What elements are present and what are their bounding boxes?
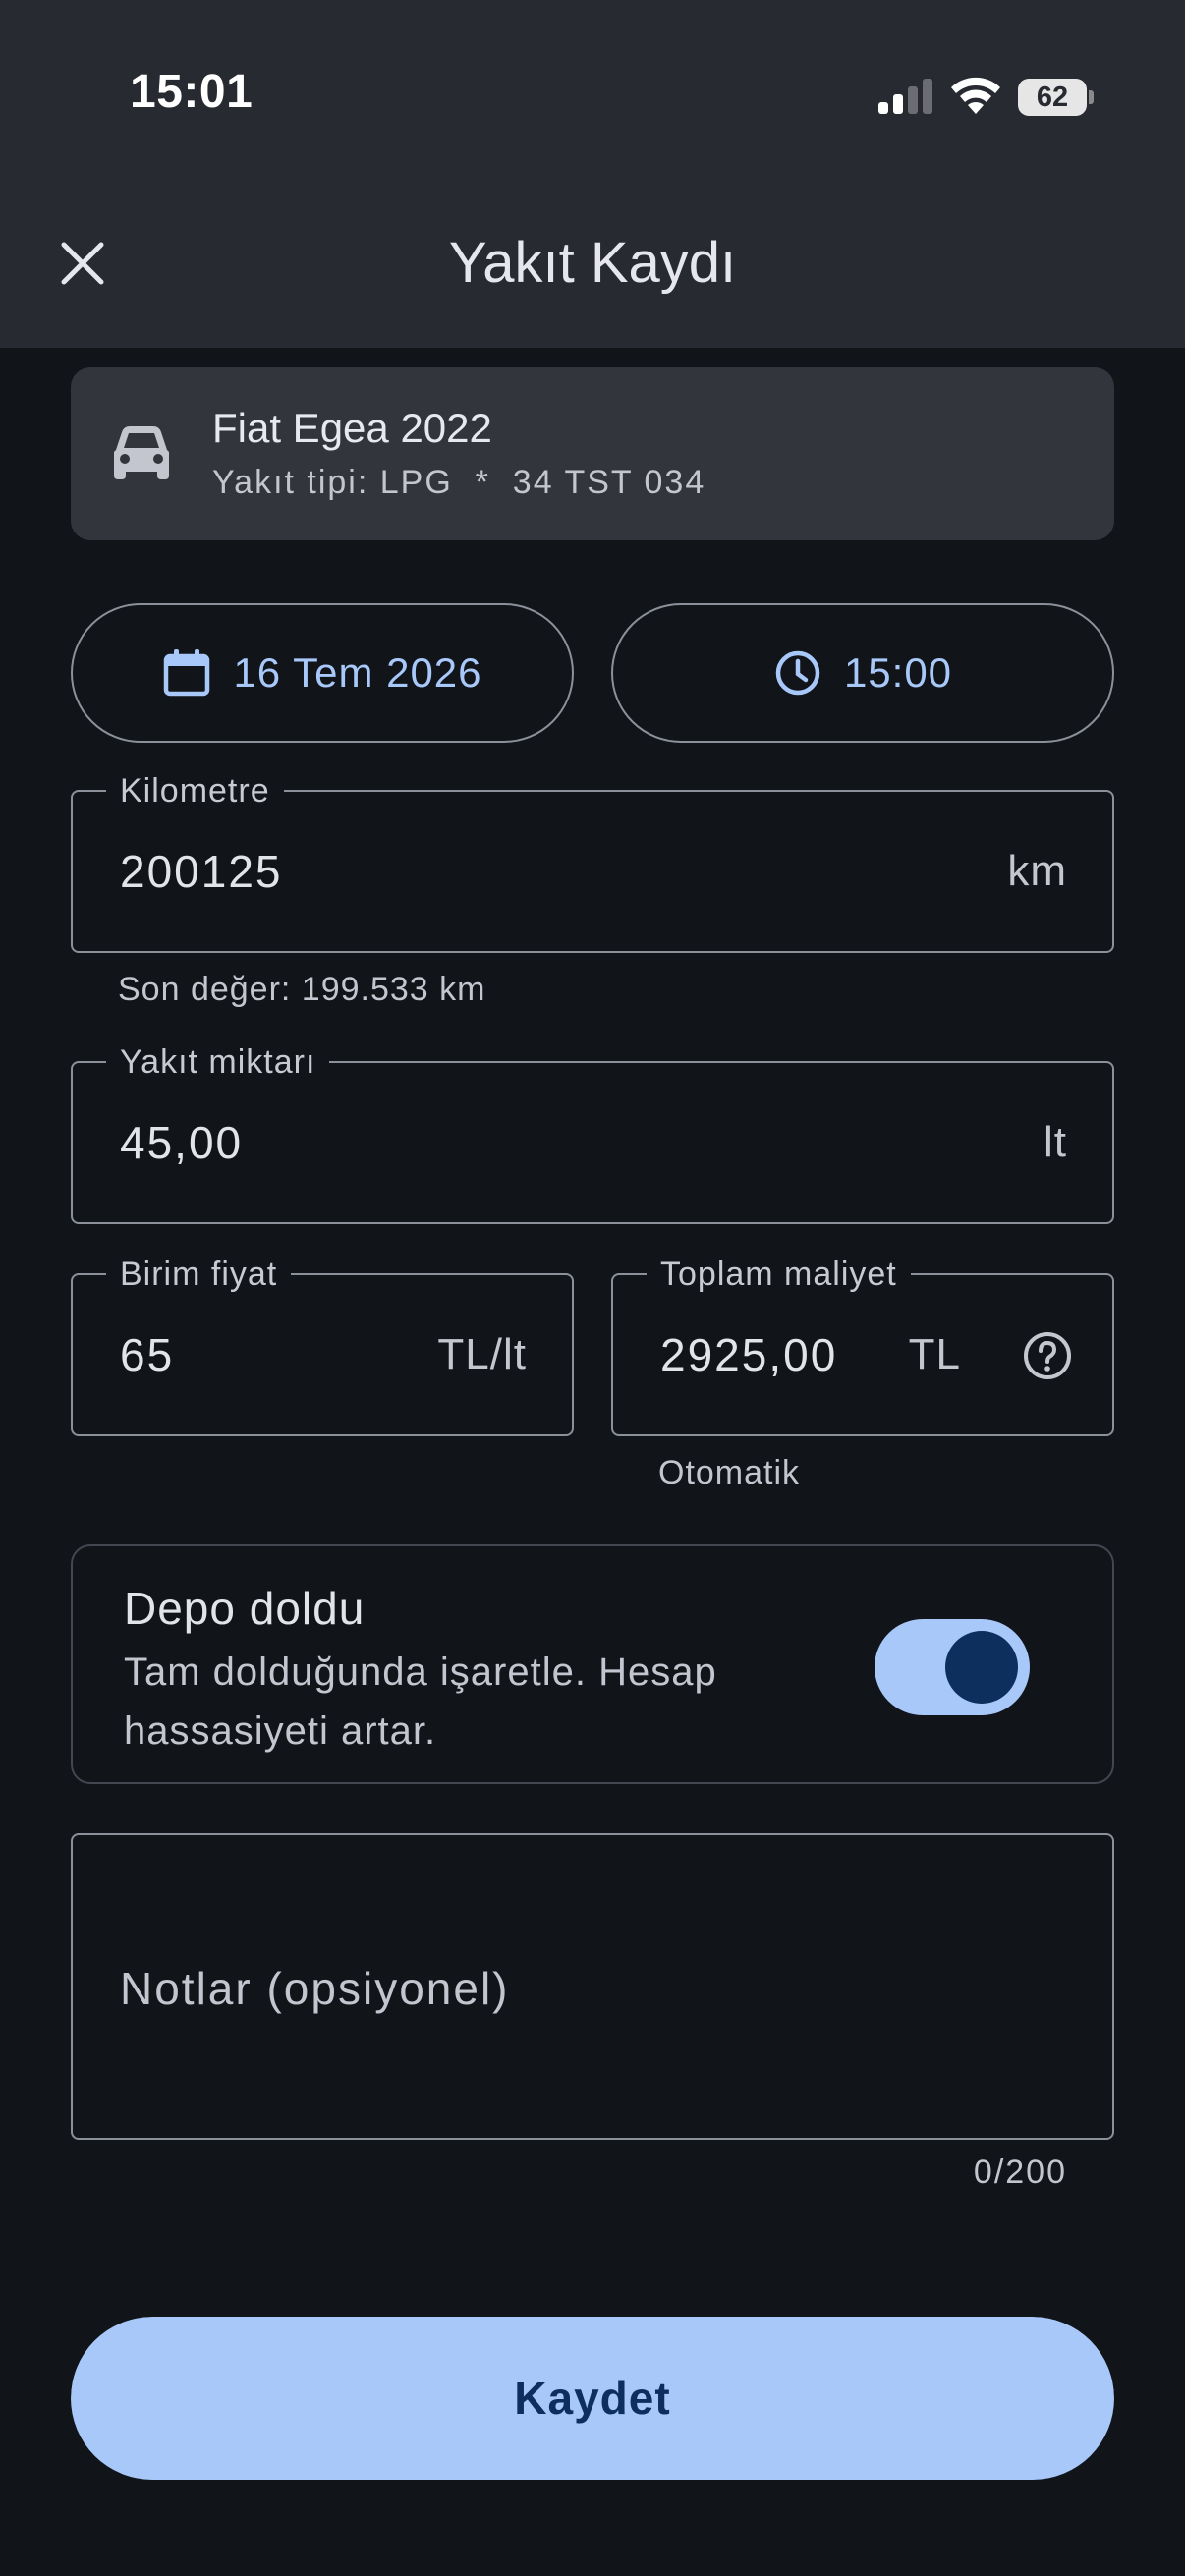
unit-price-field[interactable]: Birim fiyat 65 TL/lt [71, 1256, 574, 1436]
total-cost-field[interactable]: Toplam maliyet 2925,00 TL [611, 1256, 1114, 1436]
full-tank-title: Depo doldu [124, 1583, 366, 1634]
total-cost-value: 2925,00 [660, 1329, 838, 1380]
battery-icon: 62 [1018, 79, 1094, 116]
odometer-field[interactable]: Kilometre 200125 km [71, 772, 1114, 953]
clock-icon [775, 650, 820, 696]
fuel-amount-unit: lt [1044, 1118, 1067, 1166]
odometer-helper: Son değer: 199.533 km [118, 971, 486, 1008]
odometer-value: 200125 [120, 846, 283, 897]
battery-level: 62 [1036, 82, 1069, 113]
calendar-icon [164, 649, 210, 697]
car-icon [114, 426, 169, 479]
notes-placeholder: Notlar (opsiyonel) [120, 1963, 510, 2014]
time-picker-button[interactable]: 15:00 [611, 603, 1114, 743]
odometer-unit: km [1007, 847, 1067, 895]
status-time: 15:01 [130, 66, 254, 118]
help-circle-icon[interactable] [1022, 1330, 1073, 1381]
date-label: 16 Tem 2026 [233, 649, 482, 696]
full-tank-description: Tam dolduğunda işaretle. Hesap hassasiye… [124, 1651, 717, 1753]
full-tank-switch[interactable] [875, 1619, 1030, 1715]
unit-price-unit: TL/lt [437, 1330, 527, 1378]
cellular-signal-icon [878, 79, 932, 114]
vehicle-card[interactable]: Fiat Egea 2022 Yakıt tipi: LPG * 34 TST … [71, 367, 1114, 540]
fuel-amount-field[interactable]: Yakıt miktarı 45,00 lt [71, 1043, 1114, 1224]
page-title: Yakıt Kaydı [448, 231, 737, 295]
unit-price-value: 65 [120, 1329, 175, 1380]
notes-input[interactable]: Notlar (opsiyonel) [71, 1833, 1114, 2140]
vehicle-subtitle: Yakıt tipi: LPG * 34 TST 034 [212, 464, 706, 501]
vehicle-name: Fiat Egea 2022 [212, 405, 492, 451]
top-app-bar: 15:01 62 Yakıt Kaydı [0, 0, 1185, 348]
time-label: 15:00 [843, 649, 953, 696]
date-picker-button[interactable]: 16 Tem 2026 [71, 603, 574, 743]
save-button[interactable]: Kaydet [71, 2317, 1114, 2480]
full-tank-card[interactable]: Depo doldu Tam dolduğunda işaretle. Hesa… [71, 1544, 1114, 1784]
wifi-icon [951, 77, 1000, 114]
notes-counter: 0/200 [973, 2154, 1067, 2191]
switch-knob [945, 1631, 1018, 1704]
fuel-amount-value: 45,00 [120, 1117, 244, 1168]
total-cost-unit: TL [908, 1330, 961, 1378]
total-cost-helper: Otomatik [658, 1454, 801, 1491]
